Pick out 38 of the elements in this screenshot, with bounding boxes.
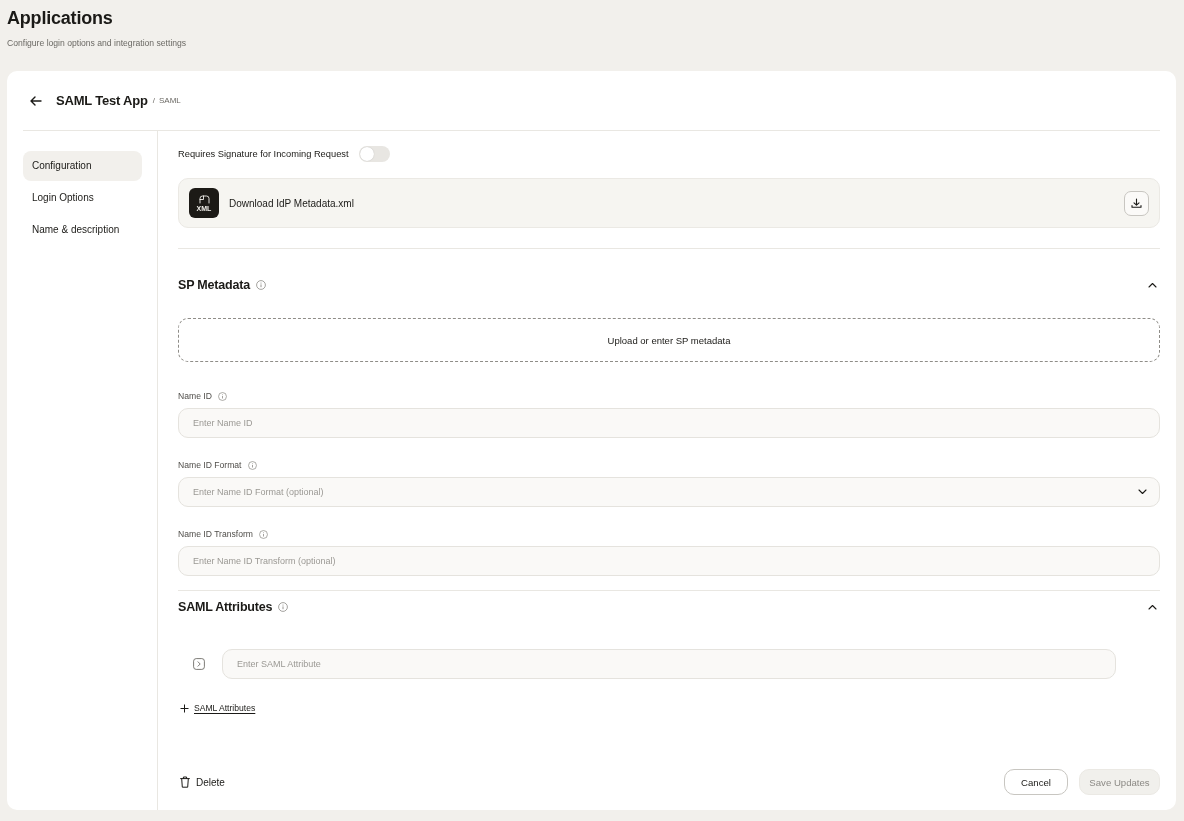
field-label: Name ID Transform (178, 529, 253, 539)
sidebar-item[interactable]: Name & description (23, 215, 142, 245)
dropdown-field[interactable]: Enter Name ID Format (optional) (178, 477, 1160, 507)
upload-dropzone[interactable]: Upload or enter SP metadata (178, 318, 1160, 362)
download-icon (1131, 197, 1142, 209)
breadcrumb-separator: / (152, 96, 155, 105)
chevron-up-icon[interactable] (1148, 282, 1157, 288)
field-label: Name ID (178, 391, 212, 401)
app-title: SAML Test App (56, 93, 148, 108)
info-icon[interactable] (255, 280, 266, 290)
section-title: SAML Attributes (178, 600, 273, 614)
signature-toggle[interactable] (358, 146, 390, 162)
page-title: Applications (7, 7, 113, 29)
sidebar-item[interactable]: Login Options (23, 183, 142, 213)
chevron-square-icon[interactable] (193, 658, 205, 670)
chevron-down-icon[interactable] (1138, 489, 1147, 495)
info-icon[interactable] (259, 529, 268, 539)
section-title: SP Metadata (178, 278, 250, 292)
plus-icon (180, 703, 189, 713)
info-icon[interactable] (217, 391, 227, 401)
breadcrumb-protocol: SAML (159, 96, 181, 105)
chevron-up-icon[interactable] (1148, 604, 1157, 610)
toggle-label: Requires Signature for Incoming Request (178, 149, 349, 159)
info-icon[interactable] (278, 602, 289, 612)
field-label: Name ID Format (178, 460, 242, 470)
cancel-button[interactable]: Cancel (1004, 769, 1068, 795)
add-attribute-link[interactable]: SAML Attributes (178, 701, 256, 715)
back-arrow-icon[interactable] (30, 95, 42, 106)
sidebar-item[interactable]: Configuration (23, 151, 142, 181)
download-label: Download IdP Metadata.xml (229, 197, 354, 209)
text-field[interactable]: Enter Name ID (178, 408, 1160, 438)
text-field[interactable]: Enter Name ID Transform (optional) (178, 546, 1160, 576)
page-subtitle: Configure login options and integration settings (7, 37, 187, 50)
trash-icon (180, 776, 190, 788)
delete-button[interactable]: Delete (178, 776, 225, 788)
info-icon[interactable] (247, 460, 257, 470)
text-field[interactable]: Enter SAML Attribute (222, 649, 1116, 679)
download-button[interactable] (1124, 190, 1149, 216)
